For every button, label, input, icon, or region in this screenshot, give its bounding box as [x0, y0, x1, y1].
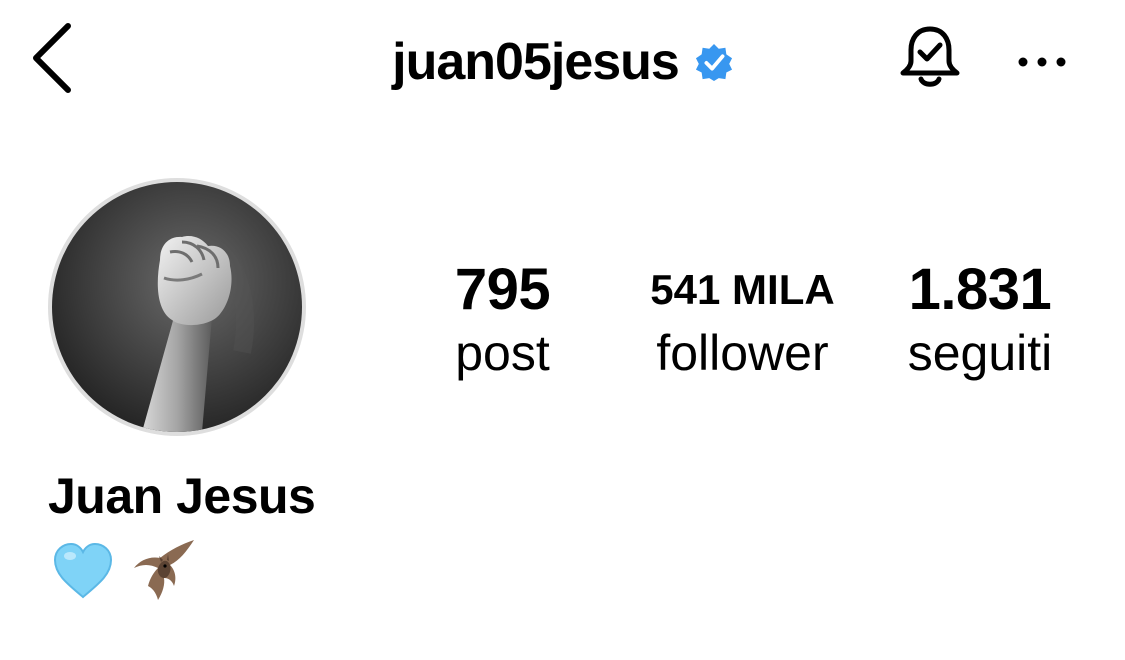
profile-full-name: Juan Jesus	[48, 468, 316, 524]
following-label: seguiti	[907, 325, 1053, 381]
light-blue-heart-icon	[50, 538, 116, 604]
profile-header: juan05jesus	[0, 0, 1125, 120]
more-options-button[interactable]	[1010, 30, 1074, 94]
profile-bio	[50, 538, 196, 604]
raised-fist-photo	[52, 182, 302, 432]
stat-following[interactable]: 1.831 seguiti	[880, 250, 1080, 380]
followers-label: follower	[656, 325, 829, 381]
profile-username: juan05jesus	[392, 33, 680, 91]
notification-bell-button[interactable]	[894, 22, 966, 94]
stat-followers[interactable]: 541 MILA follower	[620, 250, 865, 380]
followers-count: 541 MILA	[650, 266, 835, 313]
notification-bell-icon	[900, 26, 960, 87]
more-horizontal-icon	[1018, 57, 1066, 67]
verified-badge-icon	[695, 43, 733, 81]
bat-icon	[130, 538, 196, 604]
posts-label: post	[455, 325, 550, 381]
stat-posts[interactable]: 795 post	[420, 250, 585, 380]
following-count: 1.831	[908, 257, 1052, 322]
profile-avatar[interactable]	[48, 178, 306, 436]
posts-count: 795	[454, 257, 551, 322]
